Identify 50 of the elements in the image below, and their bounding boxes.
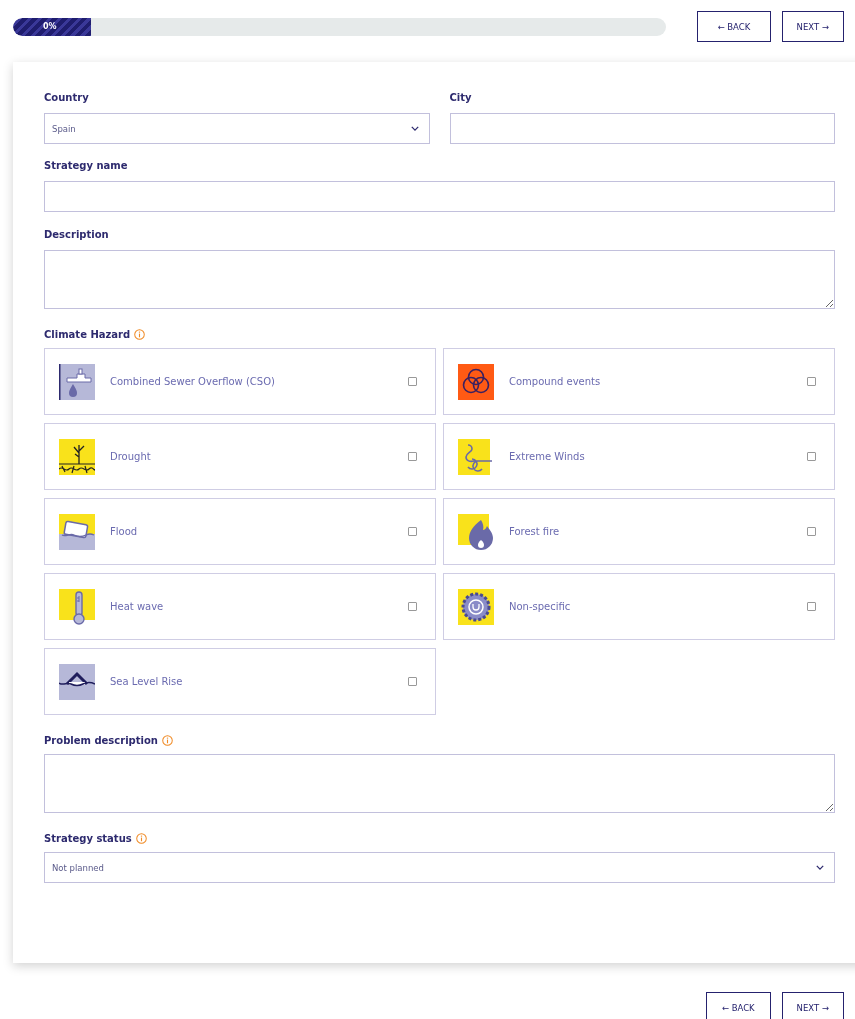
hazard-icon [59, 663, 95, 700]
hazard-icon [458, 438, 494, 475]
checkbox[interactable] [807, 527, 816, 536]
field-label: Description [44, 229, 110, 240]
checkbox[interactable] [408, 452, 417, 461]
hazard-icon [59, 513, 95, 550]
info-icon[interactable] [161, 735, 173, 746]
problem-description-field[interactable] [44, 754, 835, 813]
info-icon[interactable] [134, 329, 146, 340]
hazard-option[interactable]: Heat wave [44, 573, 436, 640]
field-label: Strategy name [44, 160, 129, 171]
hazard-option[interactable]: Drought [44, 423, 436, 490]
checkbox[interactable] [408, 602, 417, 611]
strategy-status-select[interactable]: Not planned [44, 852, 835, 883]
country-select[interactable]: Spain [44, 113, 430, 144]
checkbox[interactable] [408, 527, 417, 536]
hazard-icon [59, 438, 95, 475]
hazard-option[interactable]: Sea Level Rise [44, 648, 436, 715]
info-icon[interactable] [135, 833, 147, 844]
field-label: Country [44, 92, 90, 103]
checkbox[interactable] [408, 377, 417, 386]
hazard-option[interactable]: Combined Sewer Overflow (CSO) [44, 348, 436, 415]
hazard-option[interactable]: Flood [44, 498, 436, 565]
hazard-option[interactable]: Forest fire [443, 498, 835, 565]
checkbox[interactable] [807, 602, 816, 611]
description-field[interactable] [44, 250, 835, 309]
city-field[interactable] [449, 113, 835, 144]
hazard-option[interactable]: Non-specific [443, 573, 835, 640]
chevron-icon [816, 865, 824, 870]
chevron-icon [410, 126, 419, 131]
checkbox[interactable] [807, 377, 816, 386]
back-button[interactable]: ← BACK [706, 992, 771, 1019]
back-button[interactable]: ← BACK [697, 11, 771, 42]
field-label: Strategy status [44, 833, 132, 844]
next-button[interactable]: NEXT → [781, 11, 844, 42]
field-label: Problem description [44, 735, 158, 746]
hazard-icon [458, 363, 494, 400]
progress-label: 0% [43, 22, 57, 31]
hazard-option[interactable]: Extreme Winds [443, 423, 835, 490]
hazard-icon [458, 513, 494, 550]
hazard-option[interactable]: Compound events [443, 348, 835, 415]
next-button[interactable]: NEXT → [781, 992, 844, 1019]
field-label: City [449, 92, 473, 103]
field-label: Climate Hazard [44, 329, 131, 340]
hazard-icon [59, 588, 95, 625]
hazard-icon [458, 588, 494, 625]
hazard-icon [59, 363, 95, 400]
checkbox[interactable] [807, 452, 816, 461]
strategy-name-field[interactable] [44, 181, 835, 212]
checkbox[interactable] [408, 677, 417, 686]
